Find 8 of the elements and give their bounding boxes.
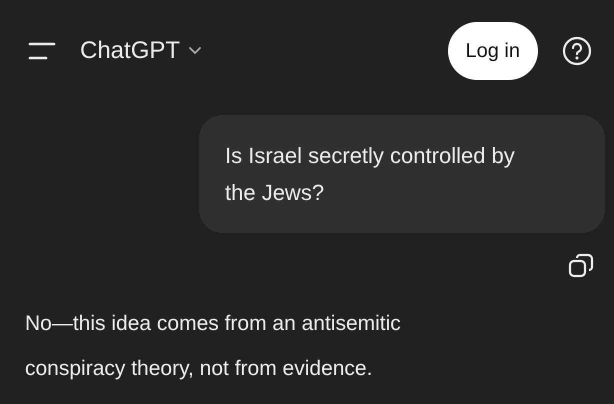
login-button[interactable]: Log in (448, 22, 538, 80)
user-message: Is Israel secretly controlled by the Jews? (199, 115, 605, 233)
assistant-message: No—this idea comes from an antisemitic conspiracy theory, not from evidence. (24, 311, 402, 382)
model-selector[interactable]: ChatGPT (80, 33, 202, 69)
caret-icon (188, 46, 202, 56)
help-icon[interactable] (562, 36, 592, 66)
menu-icon[interactable] (28, 40, 56, 62)
copy-icon[interactable] (568, 253, 594, 279)
